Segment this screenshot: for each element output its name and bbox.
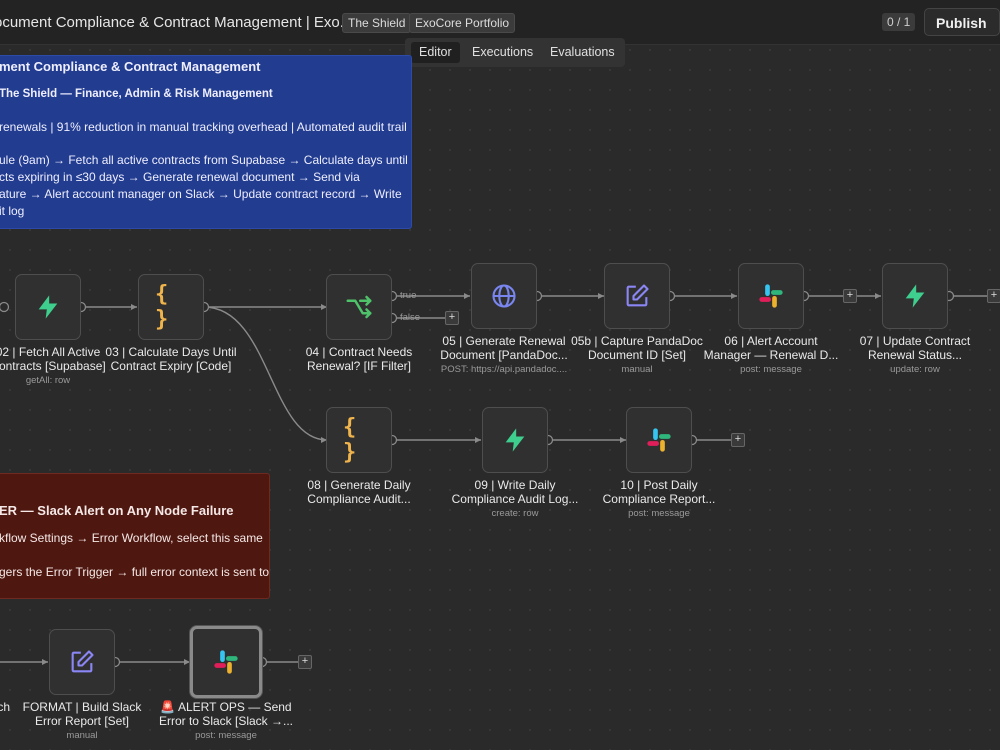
sticky-subtitle: The Shield — Finance, Admin & Risk Manag… — [0, 88, 273, 100]
node-subtitle: post: message — [740, 364, 802, 375]
node-subtitle: POST: https://api.pandadoc.... — [440, 364, 568, 375]
node-subtitle: manual — [66, 730, 98, 741]
node-alert-account-manager[interactable] — [738, 263, 804, 329]
node-subtitle: post: message — [195, 730, 257, 741]
sticky-note-overview[interactable]: ment Compliance & Contract Management Th… — [0, 55, 412, 229]
node-calculate-days[interactable]: { } — [138, 274, 204, 340]
pencil-icon — [71, 650, 94, 673]
node-fetch-active-contracts[interactable] — [15, 274, 81, 340]
branch-icon — [346, 295, 372, 319]
node-label: 05b | Capture PandaDoc Document ID [Set] — [571, 334, 703, 362]
bolt-icon — [905, 284, 925, 308]
bolt-icon — [38, 295, 58, 319]
node-update-contract-status[interactable] — [882, 263, 948, 329]
node-label: 07 | Update Contract Renewal Status... — [859, 334, 971, 362]
braces-icon: { } — [343, 415, 357, 465]
node-label: 10 | Post Daily Compliance Report... — [602, 478, 716, 506]
add-node-button[interactable]: + — [445, 311, 459, 325]
slack-icon — [214, 650, 238, 674]
node-label: 🚨 ALERT OPS — Send Error to Slack [Slack … — [158, 700, 294, 728]
node-label: 05 | Generate Renewal Document [PandaDoc.… — [440, 334, 568, 362]
node-alert-ops-slack[interactable] — [190, 626, 262, 698]
node-generate-renewal-document[interactable] — [471, 263, 537, 329]
braces-icon: { } — [155, 282, 169, 332]
node-write-audit-log[interactable] — [482, 407, 548, 473]
tab-evaluations[interactable]: Evaluations — [542, 42, 623, 63]
node-label: 08 | Generate Daily Compliance Audit... — [307, 478, 411, 506]
sticky-title: ER — Slack Alert on Any Node Failure — [0, 503, 234, 518]
tab-executions[interactable]: Executions — [464, 42, 541, 63]
node-label: 09 | Write Daily Compliance Audit Log... — [451, 478, 579, 506]
pencil-icon — [626, 284, 649, 307]
tag-exocore-portfolio[interactable]: ExoCore Portfolio — [409, 13, 516, 33]
sticky-line: ule (9am) → Fetch all active contracts f… — [0, 153, 408, 167]
node-generate-daily-audit[interactable]: { } — [326, 407, 392, 473]
node-label: 06 | Alert Account Manager — Renewal D... — [703, 334, 839, 362]
sticky-line: cts expiring in ≤30 days → Generate rene… — [0, 170, 360, 184]
sticky-line: ature → Alert account manager on Slack →… — [0, 187, 402, 201]
node-subtitle: getAll: row — [25, 375, 71, 386]
sticky-line: gers the Error Trigger → full error cont… — [0, 565, 270, 579]
tab-editor[interactable]: Editor — [411, 42, 460, 63]
node-format-slack-error[interactable] — [49, 629, 115, 695]
node-capture-pandadoc-id[interactable] — [604, 263, 670, 329]
add-node-button[interactable]: + — [987, 289, 1000, 303]
node-subtitle: create: row — [491, 508, 539, 519]
node-subtitle: update: row — [890, 364, 940, 375]
slack-icon — [759, 284, 783, 308]
branch-label-false: false — [400, 312, 421, 323]
slack-icon — [647, 428, 671, 452]
node-post-daily-report[interactable] — [626, 407, 692, 473]
node-label: 03 | Calculate Days Until Contract Expiry… — [105, 345, 237, 373]
add-node-button[interactable]: + — [843, 289, 857, 303]
tag-the-shield[interactable]: The Shield — [342, 13, 412, 33]
add-node-button[interactable]: + — [731, 433, 745, 447]
view-tabs: Editor Executions Evaluations — [405, 38, 625, 67]
sticky-line: kflow Settings → Error Workflow, select … — [0, 531, 263, 545]
active-counter: 0 / 1 — [882, 13, 916, 31]
node-subtitle: manual — [621, 364, 653, 375]
sticky-line: it log — [0, 204, 25, 218]
publish-button[interactable]: Publish — [924, 8, 1000, 36]
node-contract-needs-renewal[interactable] — [326, 274, 392, 340]
sticky-line: renewals | 91% reduction in manual track… — [0, 120, 407, 134]
bolt-icon — [505, 428, 525, 452]
branch-label-true: true — [400, 290, 417, 301]
add-node-button[interactable]: + — [298, 655, 312, 669]
workflow-title[interactable]: ocument Compliance & Contract Management… — [0, 14, 352, 31]
node-subtitle: post: message — [628, 508, 690, 519]
sticky-title: ment Compliance & Contract Management — [0, 59, 261, 74]
node-label: 04 | Contract Needs Renewal? [IF Filter] — [305, 345, 413, 373]
globe-icon — [492, 284, 516, 308]
sticky-note-error-handler[interactable]: ER — Slack Alert on Any Node Failure kfl… — [0, 473, 270, 599]
node-label: FORMAT | Build Slack Error Report [Set] — [22, 700, 142, 728]
